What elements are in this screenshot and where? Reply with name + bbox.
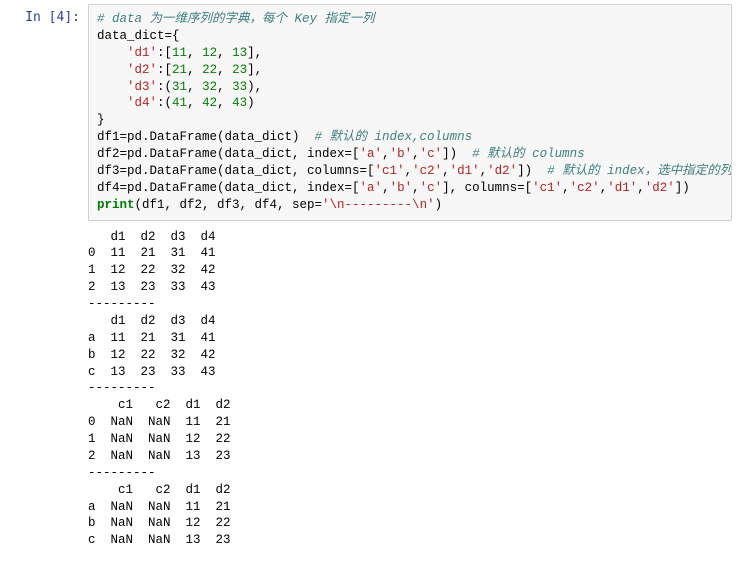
input-prompt: In [4]: — [0, 4, 88, 25]
code-text: data_dict={ — [97, 29, 180, 43]
output-row: d1 d2 d3 d4 0 11 21 31 41 1 12 22 32 42 … — [0, 221, 738, 558]
code-input[interactable]: # data 为一维序列的字典，每个 Key 指定一列 data_dict={ … — [88, 4, 732, 221]
notebook-cell: In [4]: # data 为一维序列的字典，每个 Key 指定一列 data… — [0, 0, 738, 221]
code-comment: # data 为一维序列的字典，每个 Key 指定一列 — [97, 12, 375, 26]
stdout-output: d1 d2 d3 d4 0 11 21 31 41 1 12 22 32 42 … — [80, 221, 738, 558]
